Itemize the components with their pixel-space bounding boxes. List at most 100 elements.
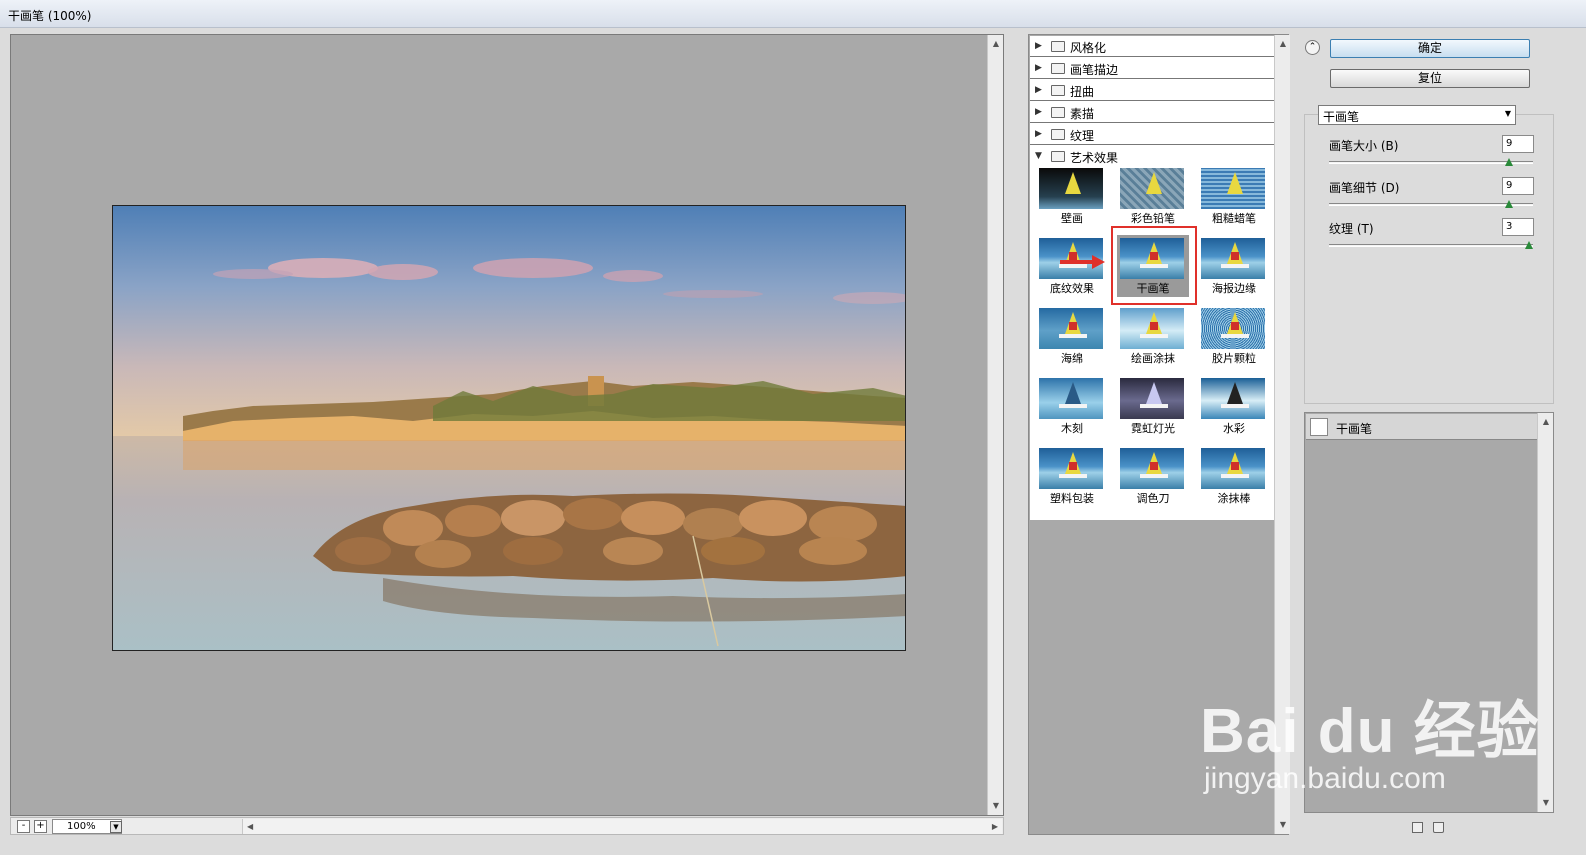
zoom-out-button[interactable]: - xyxy=(17,820,30,833)
scroll-down-arrow-icon[interactable]: ▼ xyxy=(1275,818,1291,832)
thumbnail-image xyxy=(1120,448,1184,489)
filter-thumb-label: 胶片颗粒 xyxy=(1212,352,1256,365)
category-label: 画笔描边 xyxy=(1070,63,1119,77)
filter-parameters: 画笔大小 (B) 9 画笔细节 (D) 9 纹理 (T) 3 xyxy=(1304,114,1554,404)
filter-thumb-label: 海绵 xyxy=(1061,352,1083,365)
collapse-arrow-icon[interactable]: ▼ xyxy=(1035,151,1042,161)
filter-thumb-neon-glow[interactable]: 霓虹灯光 xyxy=(1114,376,1192,442)
delete-effect-layer-icon[interactable] xyxy=(1433,822,1444,833)
filter-thumb-label: 海报边缘 xyxy=(1212,282,1256,295)
brush-detail-slider[interactable] xyxy=(1329,200,1533,208)
category-brush-strokes[interactable]: ▶ 画笔描边 xyxy=(1030,58,1274,79)
preview-status-bar: - + 100% ▼ ◀ ▶ xyxy=(10,817,1004,835)
preview-canvas[interactable]: ▲ ▼ xyxy=(10,34,1004,816)
filter-thumb-label: 粗糙蜡笔 xyxy=(1212,212,1256,225)
window-title: 干画笔 (100%) xyxy=(0,0,1586,28)
filter-thumb-label: 壁画 xyxy=(1061,212,1083,225)
reset-button[interactable]: 复位 xyxy=(1330,69,1530,88)
folder-icon xyxy=(1051,151,1065,162)
filter-thumb-smudge-stick[interactable]: 涂抹棒 xyxy=(1195,446,1273,512)
filter-list: ▶ 风格化 ▶ 画笔描边 ▶ 扭曲 ▶ 素描 ▶ 纹理 ▼ 艺术效果 壁画 彩色… xyxy=(1030,36,1274,520)
effect-layer-item[interactable]: 干画笔 xyxy=(1306,414,1537,440)
category-label: 风格化 xyxy=(1070,41,1107,55)
thumbnail-image xyxy=(1039,308,1103,349)
preview-image xyxy=(112,205,906,651)
baidu-watermark: Bai du 经验 jingyan.baidu.com xyxy=(1200,680,1540,796)
filter-thumb-poster-edges[interactable]: 海报边缘 xyxy=(1195,236,1273,302)
category-artistic[interactable]: ▼ 艺术效果 xyxy=(1030,146,1274,167)
texture-label: 纹理 (T) xyxy=(1329,222,1374,236)
folder-icon xyxy=(1051,107,1065,118)
filter-thumb-cutout[interactable]: 木刻 xyxy=(1033,376,1111,442)
filter-select-value: 干画笔 xyxy=(1323,110,1360,124)
filter-thumb-colored-pencil[interactable]: 彩色铅笔 xyxy=(1114,166,1192,232)
preview-vertical-scrollbar[interactable]: ▲ ▼ xyxy=(987,35,1003,815)
filter-thumb-label: 塑料包装 xyxy=(1050,492,1094,505)
filter-thumb-fresco[interactable]: 壁画 xyxy=(1033,166,1111,232)
thumbnail-image xyxy=(1039,378,1103,419)
thumbnail-image xyxy=(1201,308,1265,349)
scroll-up-arrow-icon[interactable]: ▲ xyxy=(1275,37,1291,51)
filter-thumb-rough-pastels[interactable]: 粗糙蜡笔 xyxy=(1195,166,1273,232)
expand-arrow-icon[interactable]: ▶ xyxy=(1035,129,1042,139)
texture-input[interactable]: 3 xyxy=(1502,218,1534,236)
folder-icon xyxy=(1051,41,1065,52)
thumbnail-image xyxy=(1120,378,1184,419)
chevron-down-icon[interactable]: ▼ xyxy=(1505,109,1511,118)
filter-thumb-label: 调色刀 xyxy=(1136,492,1170,505)
watermark-brand: Bai du 经验 xyxy=(1200,697,1540,766)
zoom-dropdown-arrow-icon[interactable]: ▼ xyxy=(110,821,122,833)
filter-thumb-label: 彩色铅笔 xyxy=(1131,212,1175,225)
texture-slider[interactable] xyxy=(1329,241,1533,249)
slider-thumb[interactable] xyxy=(1525,241,1533,249)
expand-arrow-icon[interactable]: ▶ xyxy=(1035,63,1042,73)
folder-icon xyxy=(1051,85,1065,96)
category-label: 扭曲 xyxy=(1070,85,1095,99)
category-label: 艺术效果 xyxy=(1070,151,1119,165)
thumbnail-image xyxy=(1120,168,1184,209)
ok-button[interactable]: 确定 xyxy=(1330,39,1530,58)
thumbnail-image xyxy=(1039,448,1103,489)
filter-type-select[interactable]: 干画笔 ▼ xyxy=(1318,105,1516,125)
filter-thumb-paint-daubs[interactable]: 绘画涂抹 xyxy=(1114,306,1192,372)
collapse-gallery-icon[interactable]: ⌃ xyxy=(1305,40,1320,55)
scroll-left-arrow-icon[interactable]: ◀ xyxy=(247,819,253,834)
category-stylize[interactable]: ▶ 风格化 xyxy=(1030,36,1274,57)
slider-thumb[interactable] xyxy=(1505,200,1514,208)
scroll-down-arrow-icon[interactable]: ▼ xyxy=(988,799,1004,813)
visibility-toggle-icon[interactable] xyxy=(1310,418,1328,436)
expand-arrow-icon[interactable]: ▶ xyxy=(1035,107,1042,117)
filter-thumb-label: 涂抹棒 xyxy=(1217,492,1251,505)
thumbnail-image xyxy=(1201,448,1265,489)
filter-thumb-palette-knife[interactable]: 调色刀 xyxy=(1114,446,1192,512)
brush-size-label: 画笔大小 (B) xyxy=(1329,139,1399,153)
filter-thumb-label: 绘画涂抹 xyxy=(1131,352,1175,365)
brush-size-input[interactable]: 9 xyxy=(1502,135,1534,153)
brush-detail-input[interactable]: 9 xyxy=(1502,177,1534,195)
category-label: 纹理 xyxy=(1070,129,1095,143)
brush-size-slider[interactable] xyxy=(1329,158,1533,166)
filter-thumb-watercolor[interactable]: 水彩 xyxy=(1195,376,1273,442)
filter-thumb-label: 木刻 xyxy=(1061,422,1083,435)
slider-thumb[interactable] xyxy=(1505,158,1514,166)
selected-filter-highlight xyxy=(1111,226,1197,305)
category-label: 素描 xyxy=(1070,107,1095,121)
zoom-in-button[interactable]: + xyxy=(34,820,47,833)
scroll-up-arrow-icon[interactable]: ▲ xyxy=(988,37,1004,51)
folder-icon xyxy=(1051,63,1065,74)
filter-thumb-film-grain[interactable]: 胶片颗粒 xyxy=(1195,306,1273,372)
effect-layer-label: 干画笔 xyxy=(1336,422,1373,436)
filter-thumb-plastic-wrap[interactable]: 塑料包装 xyxy=(1033,446,1111,512)
scroll-right-arrow-icon[interactable]: ▶ xyxy=(992,819,998,834)
filter-thumb-label: 水彩 xyxy=(1223,422,1245,435)
filter-thumb-sponge[interactable]: 海绵 xyxy=(1033,306,1111,372)
category-sketch[interactable]: ▶ 素描 xyxy=(1030,102,1274,123)
expand-arrow-icon[interactable]: ▶ xyxy=(1035,41,1042,51)
scroll-up-arrow-icon[interactable]: ▲ xyxy=(1538,415,1554,429)
new-effect-layer-icon[interactable] xyxy=(1412,822,1423,833)
preview-horizontal-scrollbar[interactable]: ◀ ▶ xyxy=(242,819,1002,834)
category-distort[interactable]: ▶ 扭曲 xyxy=(1030,80,1274,101)
scroll-down-arrow-icon[interactable]: ▼ xyxy=(1538,796,1554,810)
expand-arrow-icon[interactable]: ▶ xyxy=(1035,85,1042,95)
category-texture[interactable]: ▶ 纹理 xyxy=(1030,124,1274,145)
